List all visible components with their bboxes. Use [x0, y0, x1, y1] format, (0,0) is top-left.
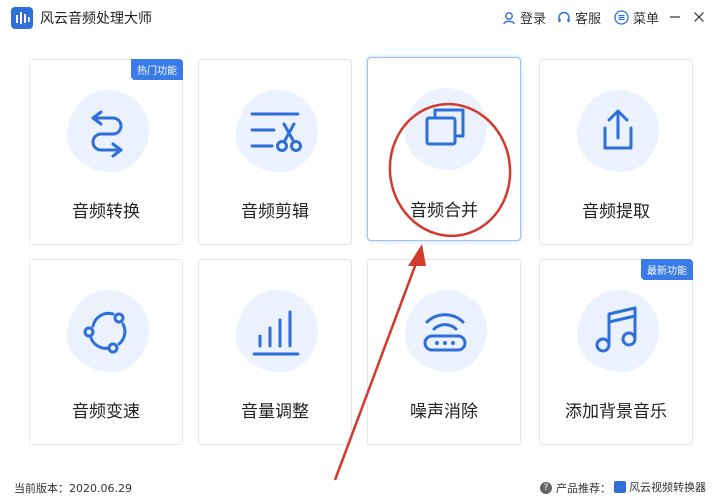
status-bar: 当前版本：2020.06.29 ? 产品推荐： 风云视频转换器: [0, 472, 714, 500]
upload-tray-icon: [603, 109, 633, 150]
app-logo-icon: [11, 7, 33, 29]
product-label: 风云视频转换器: [629, 481, 706, 494]
video-converter-icon: [614, 481, 626, 493]
card-label: 音量调整: [241, 402, 309, 422]
help-icon: ?: [540, 482, 552, 494]
close-button[interactable]: [690, 8, 708, 26]
app-title: 风云音频处理大师: [40, 11, 152, 27]
service-label: 客服: [575, 12, 602, 27]
version-text: 当前版本：2020.06.29: [14, 482, 132, 495]
convert-arrows-icon: [91, 110, 123, 158]
card-label: 音频变速: [72, 402, 140, 422]
card-add-bgm[interactable]: 添加背景音乐 最新功能: [539, 259, 693, 445]
rotate-dots-icon: [83, 311, 127, 354]
music-note-icon: [595, 306, 637, 353]
login-label: 登录: [520, 12, 547, 27]
volume-bars-icon: [252, 310, 300, 356]
title-bar: 风云音频处理大师 登录 客服 菜单: [0, 0, 714, 36]
menu-icon: [614, 10, 629, 25]
login-button[interactable]: 登录: [502, 8, 546, 27]
minimize-icon: [670, 16, 680, 18]
menu-label: 菜单: [633, 12, 660, 27]
card-label: 音频合并: [410, 201, 478, 221]
wifi-device-icon: [423, 313, 467, 352]
card-label: 音频剪辑: [241, 202, 309, 222]
user-icon: [503, 11, 515, 24]
recommend: ? 产品推荐：: [540, 480, 611, 496]
card-label: 音频转换: [72, 202, 140, 222]
overlap-squares-icon: [425, 108, 465, 146]
card-label: 音频提取: [582, 202, 650, 222]
card-audio-extract[interactable]: 音频提取: [539, 59, 693, 245]
card-volume-adjust[interactable]: 音量调整: [198, 259, 352, 445]
menu-button[interactable]: 菜单: [614, 8, 659, 27]
headset-icon: [558, 11, 570, 22]
card-label: 噪声消除: [410, 402, 478, 422]
card-audio-merge[interactable]: 音频合并: [367, 57, 521, 241]
minimize-button[interactable]: [666, 8, 684, 26]
scissors-lines-icon: [250, 112, 302, 152]
card-audio-edit[interactable]: 音频剪辑: [198, 59, 352, 245]
service-button[interactable]: 客服: [557, 8, 601, 27]
product-link[interactable]: 风云视频转换器: [614, 479, 706, 495]
recommend-label: 产品推荐：: [556, 482, 611, 495]
card-noise-removal[interactable]: 噪声消除: [367, 259, 521, 445]
card-audio-convert[interactable]: 音频转换 热门功能: [29, 59, 183, 245]
card-label: 添加背景音乐: [565, 402, 667, 422]
close-icon: [694, 12, 704, 22]
hot-badge: 热门功能: [131, 59, 183, 80]
new-badge: 最新功能: [641, 259, 693, 280]
card-audio-speed[interactable]: 音频变速: [29, 259, 183, 445]
